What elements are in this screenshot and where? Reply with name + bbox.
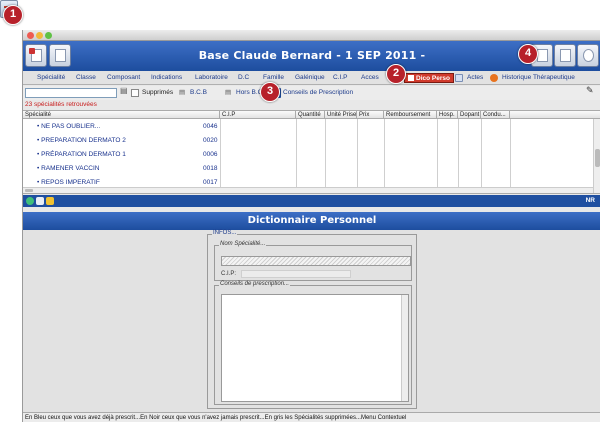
- scroll-thumb[interactable]: [25, 189, 33, 192]
- vertical-scrollbar[interactable]: [593, 119, 600, 193]
- conseils-button[interactable]: Conseils de Prescription: [283, 89, 353, 97]
- tab-classe[interactable]: Classe: [76, 73, 96, 83]
- historique-icon: [490, 74, 498, 82]
- cip-label: C.I.P:: [221, 271, 237, 277]
- footer-hint: En Bleu ceux que vous avez déjà prescrit…: [23, 412, 600, 422]
- table-row[interactable]: • PREPARATION DERMATO 2 0020: [23, 135, 593, 148]
- minimize-window-icon[interactable]: [36, 32, 43, 39]
- window-titlebar: [23, 30, 600, 41]
- tab-cip[interactable]: C.I.P: [333, 73, 347, 83]
- tab-acces[interactable]: Acces: [361, 73, 379, 83]
- app-title: Base Claude Bernard - 1 SEP 2011 -: [198, 49, 426, 62]
- tab-galenique[interactable]: Galénique: [295, 73, 325, 83]
- table-header: Spécialité C.I.P Quantité Unité Prise Pr…: [23, 111, 600, 119]
- bcb-icon: ▤: [179, 89, 186, 96]
- column-prix[interactable]: Prix: [357, 111, 384, 119]
- calendar-icon[interactable]: [36, 197, 44, 205]
- status-strip: NR: [23, 195, 600, 207]
- warning-icon[interactable]: [46, 197, 54, 205]
- tab-dico-label: Dico Perso: [416, 75, 450, 82]
- row-specialite: • NE PAS OUBLIER...: [37, 123, 101, 130]
- dictionary-heading: Dictionnaire Personnel: [23, 212, 600, 230]
- supprimes-label: Supprimés: [142, 89, 174, 96]
- tab-laboratoire[interactable]: Laboratoire: [195, 73, 228, 83]
- tab-actes[interactable]: Actes: [467, 73, 483, 83]
- search-input[interactable]: [25, 88, 117, 98]
- column-cip[interactable]: C.I.P: [220, 111, 296, 119]
- bcb-button[interactable]: B.C.B: [190, 89, 207, 97]
- tab-bar: Spécialité Classe Composant Indications …: [23, 71, 600, 85]
- column-unite-prise[interactable]: Unité Prise: [325, 111, 357, 119]
- column-conduite[interactable]: Condu...: [481, 111, 510, 119]
- conseils-legend: Conseils de prescription...: [219, 281, 291, 287]
- hors-icon: ▤: [225, 89, 232, 96]
- step-badge-2: 2: [386, 64, 406, 84]
- dico-icon: [408, 75, 414, 82]
- stack-icon[interactable]: [554, 44, 576, 67]
- tab-composant[interactable]: Composant: [107, 73, 140, 83]
- toolbar: ▤ Supprimés ▤ B.C.B ▤ Hors B.C. C Consei…: [23, 86, 600, 100]
- row-specialite: • PRÉPARATION DERMATO 1: [37, 151, 126, 158]
- zoom-window-icon[interactable]: [45, 32, 52, 39]
- row-specialite: • REPOS IMPERATIF: [37, 179, 100, 186]
- step-badge-3: 3: [260, 82, 280, 102]
- nom-specialite-field[interactable]: [221, 256, 411, 266]
- cip-field[interactable]: [241, 270, 351, 278]
- table-row[interactable]: • NE PAS OUBLIER... 0046: [23, 121, 593, 134]
- tag-icon[interactable]: ✎: [586, 86, 594, 95]
- row-cip: 0020: [203, 137, 218, 144]
- infos-legend: INFOS...: [212, 230, 238, 236]
- status-green-icon[interactable]: [26, 197, 34, 205]
- app-header: Base Claude Bernard - 1 SEP 2011 -: [23, 41, 600, 71]
- nom-specialite-legend: Nom Spécialité...: [219, 241, 267, 247]
- infos-group: INFOS... Nom Spécialité... C.I.P: Consei…: [207, 230, 417, 409]
- table-row[interactable]: • PRÉPARATION DERMATO 1 0006: [23, 149, 593, 162]
- supprimes-checkbox[interactable]: [131, 89, 139, 97]
- column-dopant[interactable]: Dopant: [458, 111, 481, 119]
- column-remboursement[interactable]: Remboursement: [384, 111, 437, 119]
- conseils-group: Conseils de prescription...: [214, 281, 412, 405]
- row-cip: 0017: [203, 179, 218, 186]
- tab-specialite[interactable]: Spécialité: [37, 73, 65, 83]
- tab-indications[interactable]: Indications: [151, 73, 182, 83]
- row-specialite: • PREPARATION DERMATO 2: [37, 137, 126, 144]
- row-specialite: • RAMENER VACCIN: [37, 165, 100, 172]
- tab-historique[interactable]: Historique Thérapeutique: [502, 73, 575, 83]
- scroll-thumb[interactable]: [595, 149, 600, 167]
- conseils-scrollbar[interactable]: [401, 295, 408, 401]
- tab-dc[interactable]: D.C: [238, 73, 249, 83]
- conseils-textarea[interactable]: [221, 294, 409, 402]
- column-quantite[interactable]: Quantité: [296, 111, 325, 119]
- row-cip: 0046: [203, 123, 218, 130]
- back-arrow-icon[interactable]: [577, 44, 599, 67]
- list-icon[interactable]: ▤: [120, 87, 128, 95]
- nom-specialite-group: Nom Spécialité... C.I.P:: [214, 241, 412, 281]
- nr-label: NR: [585, 197, 595, 204]
- dictionary-panel: INFOS... Nom Spécialité... C.I.P: Consei…: [23, 230, 600, 412]
- close-window-icon[interactable]: [27, 32, 34, 39]
- step-badge-4: 4: [518, 44, 538, 64]
- specialite-table: Spécialité C.I.P Quantité Unité Prise Pr…: [23, 110, 600, 194]
- table-row[interactable]: • RAMENER VACCIN 0018: [23, 163, 593, 176]
- actes-icon: [455, 74, 463, 82]
- result-count: 23 spécialités retrouvées: [25, 101, 97, 108]
- step-badge-1: 1: [3, 5, 23, 25]
- row-cip: 0018: [203, 165, 218, 172]
- row-cip: 0006: [203, 151, 218, 158]
- tab-dico-perso[interactable]: Dico Perso: [404, 73, 454, 83]
- column-specialite[interactable]: Spécialité: [23, 111, 220, 119]
- app-window: Base Claude Bernard - 1 SEP 2011 - Spéci…: [22, 30, 600, 422]
- horizontal-scrollbar[interactable]: [23, 187, 593, 193]
- column-hosp[interactable]: Hosp.: [437, 111, 458, 119]
